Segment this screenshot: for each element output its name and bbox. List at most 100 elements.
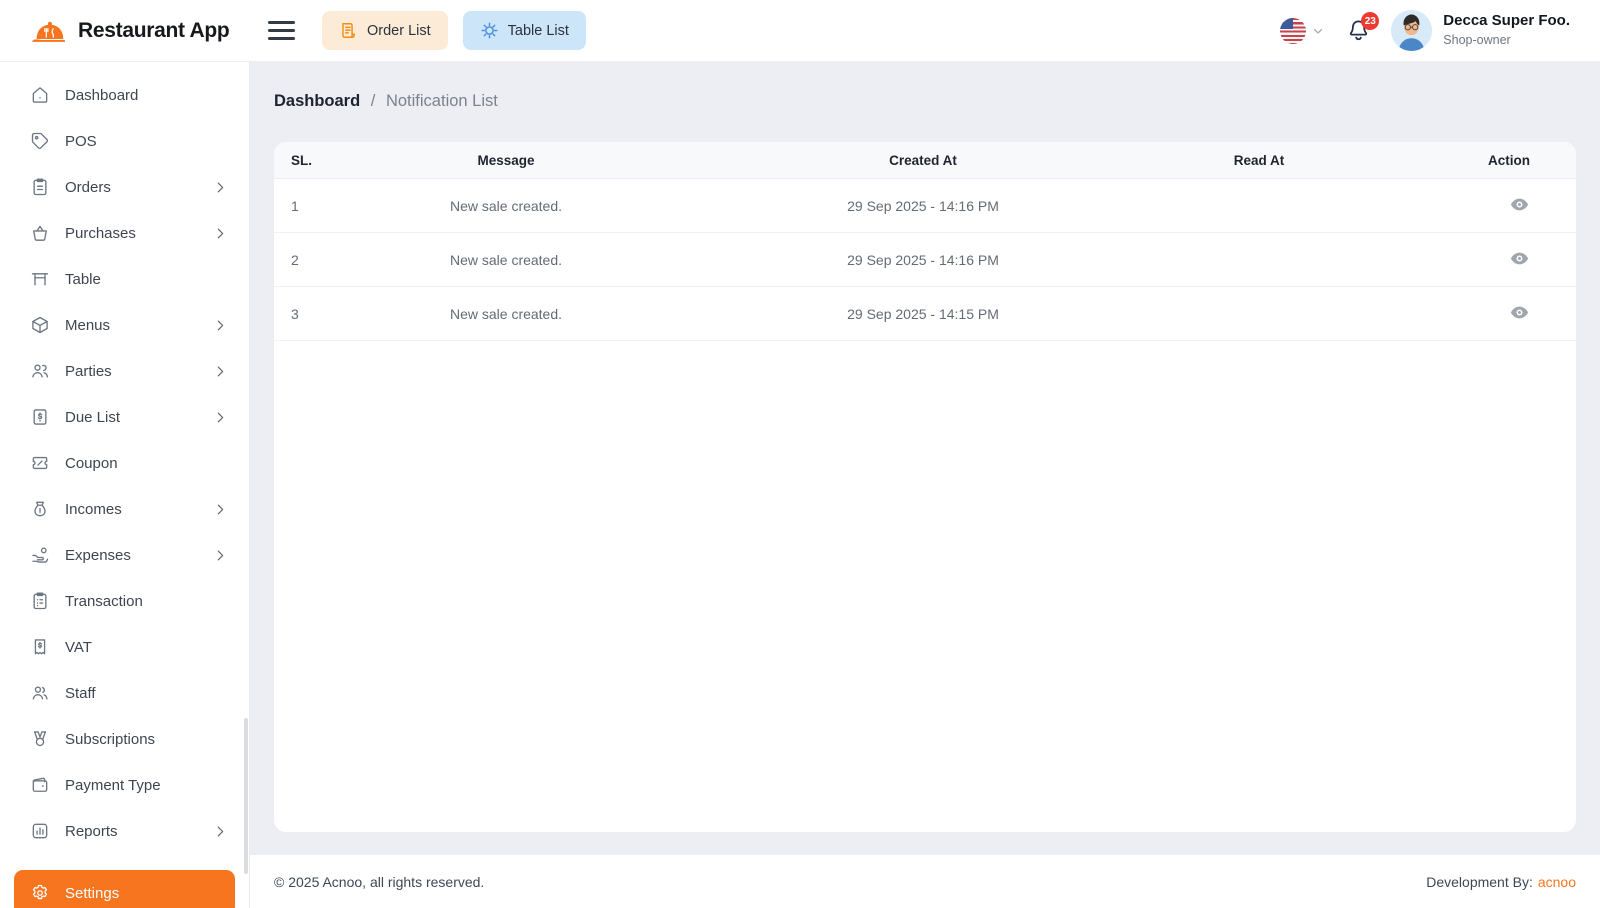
sidebar-item-dashboard[interactable]: Dashboard <box>0 72 249 118</box>
sidebar-item-staff[interactable]: Staff <box>0 670 249 716</box>
copyright-text: © 2025 Acnoo, all rights reserved. <box>274 874 484 890</box>
developer-link[interactable]: acnoo <box>1538 874 1576 890</box>
sidebar-item-coupon[interactable]: Coupon <box>0 440 249 486</box>
column-header-read-at: Read At <box>1164 153 1354 168</box>
chevron-right-icon <box>214 227 227 240</box>
chevron-right-icon <box>214 319 227 332</box>
home-icon <box>30 85 50 105</box>
sidebar-item-purchases[interactable]: Purchases <box>0 210 249 256</box>
main-area: Dashboard / Notification List SL. Messag… <box>250 62 1600 908</box>
cell-created-at: 29 Sep 2025 - 14:15 PM <box>682 306 1164 322</box>
notification-table-card: SL. Message Created At Read At Action 1 … <box>274 142 1576 832</box>
sidebar-item-label: Payment Type <box>65 777 227 794</box>
table-row: 2 New sale created. 29 Sep 2025 - 14:16 … <box>274 233 1576 287</box>
bar-chart-icon <box>30 821 50 841</box>
chevron-right-icon <box>214 411 227 424</box>
column-header-sl: SL. <box>274 153 330 168</box>
sidebar-item-settings[interactable]: Settings <box>14 870 235 908</box>
notifications-button[interactable]: 23 <box>1346 18 1371 43</box>
breadcrumb-page: Notification List <box>386 92 498 110</box>
chevron-right-icon <box>214 825 227 838</box>
sidebar-item-incomes[interactable]: Incomes <box>0 486 249 532</box>
basket-icon <box>30 223 50 243</box>
sidebar-scrollbar[interactable] <box>244 718 248 874</box>
sidebar-item-label: Transaction <box>65 593 227 610</box>
sidebar-item-label: Staff <box>65 685 227 702</box>
view-notification-button[interactable] <box>1509 302 1530 323</box>
sidebar-item-due-list[interactable]: Due List <box>0 394 249 440</box>
table-list-button[interactable]: Table List <box>463 11 586 50</box>
user-avatar[interactable] <box>1391 10 1432 51</box>
tag-icon <box>30 131 50 151</box>
sidebar: Dashboard POS Orders <box>0 62 250 908</box>
eye-icon <box>1509 302 1530 323</box>
header-actions: 23 Decca Super Foo. Shop-owner <box>1280 10 1570 51</box>
cell-sl: 3 <box>274 306 330 322</box>
package-icon <box>30 315 50 335</box>
cell-message: New sale created. <box>330 306 682 322</box>
sidebar-item-label: Incomes <box>65 501 214 518</box>
cell-created-at: 29 Sep 2025 - 14:16 PM <box>682 198 1164 214</box>
sidebar-item-label: Coupon <box>65 455 227 472</box>
sidebar-item-label: Menus <box>65 317 214 334</box>
breadcrumb-separator: / <box>371 92 376 110</box>
eye-icon <box>1509 248 1530 269</box>
breadcrumb: Dashboard / Notification List <box>274 92 1576 111</box>
table-row: 1 New sale created. 29 Sep 2025 - 14:16 … <box>274 179 1576 233</box>
sidebar-item-label: Parties <box>65 363 214 380</box>
cell-message: New sale created. <box>330 252 682 268</box>
order-list-button[interactable]: Order List <box>322 11 448 50</box>
chevron-right-icon <box>214 365 227 378</box>
app-title: Restaurant App <box>78 19 229 43</box>
sidebar-item-menus[interactable]: Menus <box>0 302 249 348</box>
table-header-row: SL. Message Created At Read At Action <box>274 142 1576 179</box>
table-icon <box>30 269 50 289</box>
notification-count-badge: 23 <box>1361 12 1379 30</box>
view-notification-button[interactable] <box>1509 194 1530 215</box>
app-logo[interactable]: Restaurant App <box>30 15 258 46</box>
wallet-icon <box>30 775 50 795</box>
receipt-dollar-icon <box>30 637 50 657</box>
chevron-right-icon <box>214 503 227 516</box>
cell-sl: 1 <box>274 198 330 214</box>
sidebar-item-label: Reports <box>65 823 214 840</box>
sidebar-item-vat[interactable]: VAT <box>0 624 249 670</box>
users-icon <box>30 683 50 703</box>
sidebar-item-expenses[interactable]: Expenses <box>0 532 249 578</box>
footer: © 2025 Acnoo, all rights reserved. Devel… <box>250 855 1600 908</box>
hand-money-icon <box>30 545 50 565</box>
sidebar-item-pos[interactable]: POS <box>0 118 249 164</box>
development-by-label: Development By: <box>1426 874 1533 890</box>
sidebar-item-table[interactable]: Table <box>0 256 249 302</box>
user-role: Shop-owner <box>1443 33 1570 49</box>
usa-flag-icon <box>1280 18 1306 44</box>
invoice-icon <box>30 407 50 427</box>
breadcrumb-section[interactable]: Dashboard <box>274 92 360 110</box>
development-credit: Development By: acnoo <box>1426 874 1576 890</box>
ticket-icon <box>30 453 50 473</box>
sidebar-item-transaction[interactable]: Transaction <box>0 578 249 624</box>
sidebar-item-label: Orders <box>65 179 214 196</box>
restaurant-cloche-icon <box>30 15 68 46</box>
sidebar-item-label: Expenses <box>65 547 214 564</box>
receipt-icon <box>339 21 358 40</box>
sidebar-item-parties[interactable]: Parties <box>0 348 249 394</box>
cell-sl: 2 <box>274 252 330 268</box>
sidebar-item-label: POS <box>65 133 227 150</box>
cell-message: New sale created. <box>330 198 682 214</box>
cell-created-at: 29 Sep 2025 - 14:16 PM <box>682 252 1164 268</box>
medal-icon <box>30 729 50 749</box>
menu-toggle-icon[interactable] <box>268 21 295 40</box>
money-bag-icon <box>30 499 50 519</box>
sidebar-item-payment-type[interactable]: Payment Type <box>0 762 249 808</box>
sidebar-item-subscriptions[interactable]: Subscriptions <box>0 716 249 762</box>
sidebar-item-reports[interactable]: Reports <box>0 808 249 854</box>
view-notification-button[interactable] <box>1509 248 1530 269</box>
column-header-message: Message <box>330 153 682 168</box>
language-selector[interactable] <box>1280 18 1324 44</box>
users-group-icon <box>30 361 50 381</box>
sidebar-item-orders[interactable]: Orders <box>0 164 249 210</box>
user-info[interactable]: Decca Super Foo. Shop-owner <box>1443 12 1570 48</box>
top-header: Restaurant App Order List Table List <box>0 0 1600 62</box>
table-list-label: Table List <box>508 23 569 39</box>
